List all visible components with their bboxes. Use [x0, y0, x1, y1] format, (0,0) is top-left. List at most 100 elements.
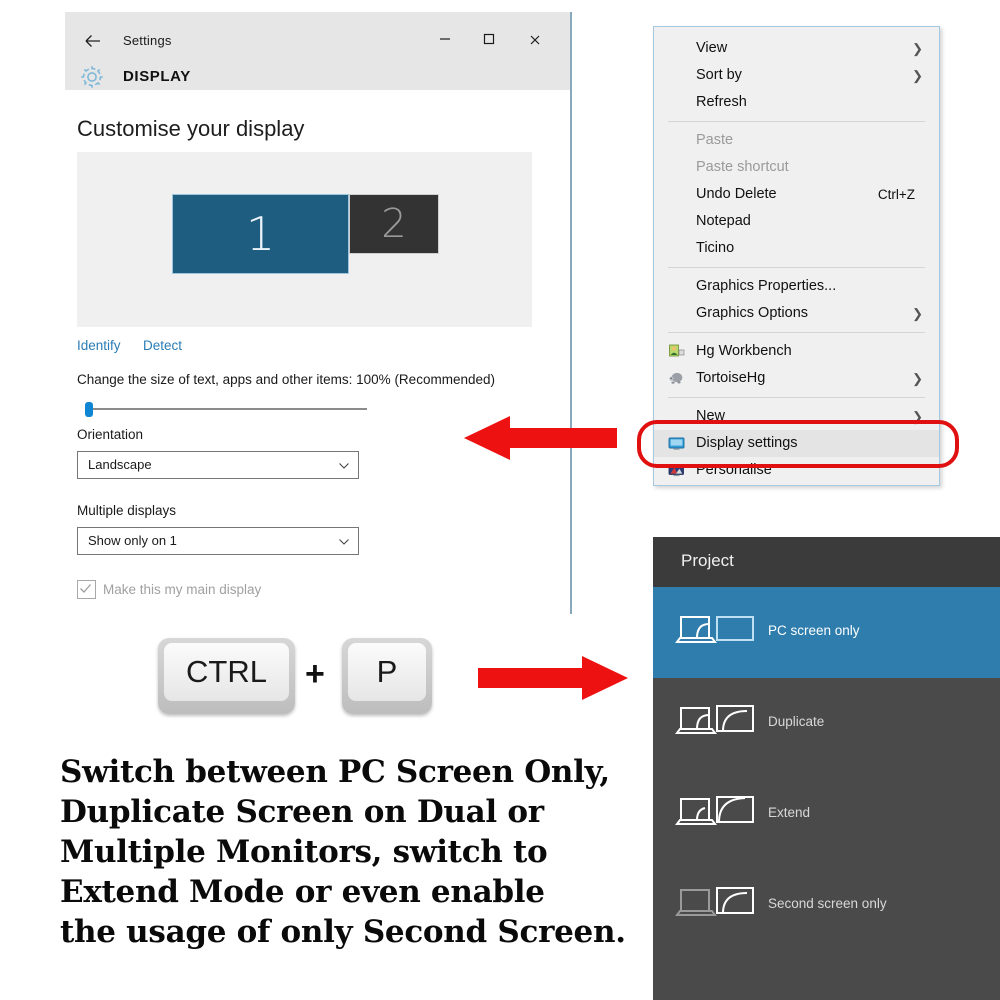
context-menu-item-display-settings[interactable]: Display settings — [654, 430, 939, 457]
detect-link[interactable]: Detect — [143, 338, 182, 353]
context-menu-item-notepad[interactable]: Notepad — [654, 208, 939, 235]
monitor-glyph — [668, 437, 685, 450]
caption-text: Switch between PC Screen Only, Duplicate… — [60, 752, 660, 952]
section-title: DISPLAY — [123, 68, 191, 85]
checkmark-icon — [80, 584, 91, 593]
caption-line: Duplicate Screen on Dual or — [60, 794, 544, 830]
hg-workbench-glyph — [669, 344, 685, 357]
chevron-down-icon — [338, 459, 349, 470]
minimize-button[interactable] — [430, 30, 460, 54]
monitor-tile-1[interactable]: 1 — [172, 194, 349, 274]
identify-link[interactable]: Identify — [77, 338, 121, 353]
context-menu-item-refresh[interactable]: Refresh — [654, 89, 939, 116]
duplicate-icon — [675, 700, 759, 746]
window-title: Settings — [123, 33, 172, 48]
context-menu-label: View — [696, 40, 728, 56]
context-menu-item-view[interactable]: View ❯ — [654, 35, 939, 62]
tortoisehg-icon — [668, 370, 685, 387]
chevron-right-icon: ❯ — [912, 41, 923, 56]
monitor-tile-2[interactable]: 2 — [349, 194, 439, 254]
context-menu-item-graphics-options[interactable]: Graphics Options ❯ — [654, 300, 939, 327]
orientation-value: Landscape — [88, 457, 152, 472]
second-screen-glyph — [675, 887, 754, 916]
monitor-preview-area: 1 2 — [77, 152, 532, 327]
context-menu-item-new[interactable]: New ❯ — [654, 403, 939, 430]
minimize-icon — [440, 38, 450, 40]
menu-separator — [668, 332, 925, 333]
gear-icon — [77, 62, 107, 92]
project-option-label: Duplicate — [768, 714, 825, 729]
arrow-left-icon — [462, 415, 617, 461]
context-menu-label: Sort by — [696, 67, 742, 83]
ctrl-key[interactable]: CTRL — [158, 638, 295, 714]
context-menu-label: Graphics Options — [696, 305, 809, 321]
context-menu-label: New — [696, 408, 726, 424]
context-menu-item-paste: Paste — [654, 127, 939, 154]
back-arrow-icon[interactable] — [79, 30, 107, 54]
laptop-only-glyph — [675, 616, 754, 643]
multiple-displays-dropdown[interactable]: Show only on 1 — [77, 527, 359, 555]
chevron-right-icon: ❯ — [912, 371, 923, 386]
arrow-right-glyph — [478, 656, 628, 700]
context-menu-label: Paste shortcut — [696, 159, 789, 175]
context-menu-label: Notepad — [696, 213, 751, 229]
menu-separator — [668, 397, 925, 398]
settings-titlebar: Settings DISPLAY — [65, 12, 570, 90]
context-menu-label: Ticino — [696, 240, 735, 256]
gear-glyph — [81, 66, 103, 88]
orientation-label: Orientation — [77, 427, 144, 442]
main-display-checkbox[interactable] — [77, 580, 96, 599]
second-screen-icon — [675, 882, 759, 928]
context-menu-item-undo-delete[interactable]: Undo Delete Ctrl+Z — [654, 181, 939, 208]
chevron-down-glyph — [339, 463, 349, 469]
context-menu-shortcut: Ctrl+Z — [877, 187, 915, 202]
context-menu-item-graphics-properties[interactable]: Graphics Properties... — [654, 273, 939, 300]
scale-label: Change the size of text, apps and other … — [77, 372, 495, 387]
multiple-displays-label: Multiple displays — [77, 503, 177, 518]
tortoise-glyph — [669, 372, 683, 384]
context-menu-label: TortoiseHg — [696, 370, 766, 386]
context-menu-item-sort-by[interactable]: Sort by ❯ — [654, 62, 939, 89]
caption-line: Multiple Monitors, switch to — [60, 834, 548, 870]
orientation-dropdown[interactable]: Landscape — [77, 451, 359, 479]
slider-thumb[interactable] — [85, 402, 93, 417]
ctrl-key-label: CTRL — [164, 643, 289, 701]
project-panel-header: Project — [653, 537, 1000, 587]
menu-separator — [668, 267, 925, 268]
scale-slider[interactable] — [77, 402, 367, 417]
main-display-label: Make this my main display — [103, 582, 262, 597]
duplicate-glyph — [675, 705, 754, 734]
project-option-extend[interactable]: Extend — [653, 769, 1000, 860]
slider-track — [85, 408, 367, 410]
context-menu-label: Graphics Properties... — [696, 278, 837, 294]
maximize-button[interactable] — [474, 30, 504, 54]
plus-sign: + — [305, 655, 325, 693]
extend-glyph — [675, 796, 754, 825]
caption-line: Switch between PC Screen Only, — [60, 754, 610, 790]
personalise-icon — [668, 462, 685, 479]
hg-workbench-icon — [668, 343, 685, 360]
menu-separator — [668, 121, 925, 122]
context-menu-item-personalise[interactable]: Personalise — [654, 457, 939, 484]
context-menu-item-hg-workbench[interactable]: Hg Workbench — [654, 338, 939, 365]
caption-line: Extend Mode or even enable — [60, 874, 545, 910]
context-menu-label: Refresh — [696, 94, 747, 110]
close-button[interactable] — [520, 30, 550, 54]
project-option-duplicate[interactable]: Duplicate — [653, 678, 1000, 769]
project-panel: Project PC screen only Duplicate Extend … — [653, 537, 1000, 1000]
context-menu-label: Hg Workbench — [696, 343, 792, 359]
arrow-right-icon — [478, 655, 630, 701]
context-menu-item-paste-shortcut: Paste shortcut — [654, 154, 939, 181]
chevron-down-glyph — [339, 539, 349, 545]
project-option-label: PC screen only — [768, 623, 860, 638]
settings-window: Settings DISPLAY Customise your display … — [65, 12, 572, 614]
context-menu-item-tortoisehg[interactable]: TortoiseHg ❯ — [654, 365, 939, 392]
project-option-second-screen-only[interactable]: Second screen only — [653, 860, 1000, 951]
p-key-label: P — [348, 643, 426, 701]
chevron-down-icon — [338, 535, 349, 546]
context-menu-item-ticino[interactable]: Ticino — [654, 235, 939, 262]
project-option-pc-screen-only[interactable]: PC screen only — [653, 587, 1000, 678]
caption-line: the usage of only Second Screen. — [60, 914, 626, 950]
project-option-label: Extend — [768, 805, 811, 820]
p-key[interactable]: P — [342, 638, 432, 714]
